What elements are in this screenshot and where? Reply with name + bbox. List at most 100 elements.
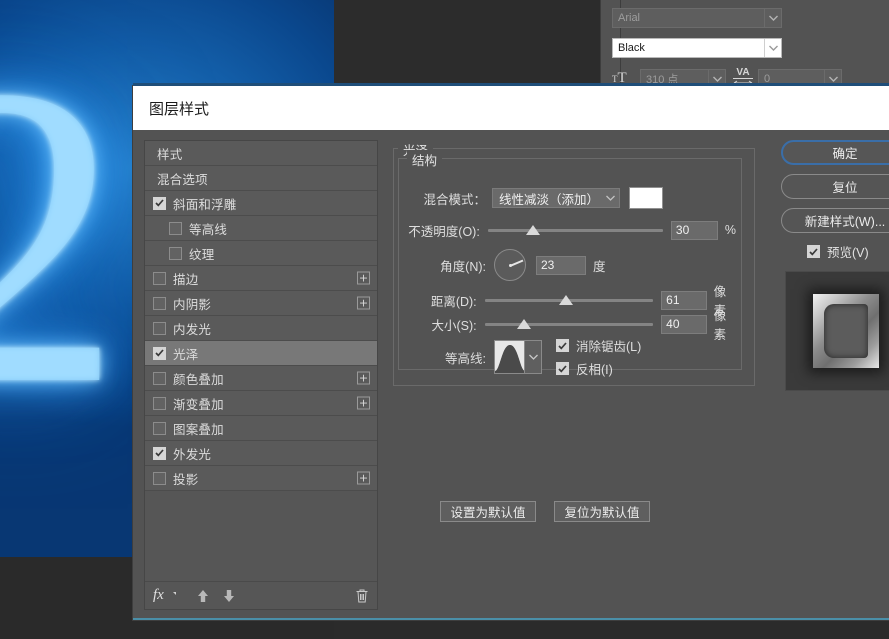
sidebar-item-inner-shadow[interactable]: 内阴影 + (145, 291, 377, 316)
sidebar-item-label: 样式 (157, 144, 182, 163)
font-style-select[interactable]: Black (612, 38, 782, 58)
sidebar-item-drop-shadow[interactable]: 投影 + (145, 466, 377, 491)
size-input[interactable]: 40 (661, 315, 706, 334)
add-gradient-overlay-icon[interactable]: + (357, 397, 370, 410)
sidebar-item-satin[interactable]: 光泽 (145, 341, 377, 366)
angle-dial[interactable] (494, 249, 526, 281)
sidebar-item-label: 内阴影 (173, 294, 211, 313)
text-options-bar: Arial Black TT 310 点 VA 0 (600, 0, 889, 91)
bevel-emboss-checkbox[interactable] (153, 197, 166, 210)
sidebar-item-label: 图案叠加 (173, 419, 224, 438)
pattern-overlay-checkbox[interactable] (153, 422, 166, 435)
trash-icon[interactable] (355, 588, 369, 604)
slider-thumb[interactable] (559, 295, 573, 305)
sidebar-item-label: 外发光 (173, 444, 211, 463)
drop-shadow-checkbox[interactable] (153, 472, 166, 485)
contour-options: 消除锯齿(L) 反相(I) (556, 337, 641, 378)
sidebar-item-label: 渐变叠加 (173, 394, 224, 413)
sidebar-item-pattern-overlay[interactable]: 图案叠加 (145, 416, 377, 441)
satin-checkbox[interactable] (153, 347, 166, 360)
ok-button[interactable]: 确定 (781, 140, 889, 165)
sidebar-item-gradient-overlay[interactable]: 渐变叠加 + (145, 391, 377, 416)
color-overlay-checkbox[interactable] (153, 372, 166, 385)
sidebar-item-contour[interactable]: 等高线 (145, 216, 377, 241)
chevron-down-icon[interactable] (764, 9, 781, 27)
distance-input[interactable]: 61 (661, 291, 706, 310)
distance-slider[interactable] (485, 293, 653, 307)
sidebar-item-inner-glow[interactable]: 内发光 (145, 316, 377, 341)
size-slider[interactable] (485, 317, 653, 331)
texture-checkbox[interactable] (169, 247, 182, 260)
chevron-down-icon[interactable] (764, 39, 781, 57)
opacity-unit: % (725, 223, 736, 237)
reset-button[interactable]: 复位 (781, 174, 889, 199)
inner-shadow-checkbox[interactable] (153, 297, 166, 310)
contour-preset-picker[interactable] (494, 340, 542, 374)
size-row: 大小(S): 40 像素 (396, 313, 736, 335)
fx-icon[interactable]: fx (153, 587, 168, 604)
slider-thumb[interactable] (526, 225, 540, 235)
font-family-select[interactable]: Arial (612, 8, 782, 28)
move-down-icon[interactable] (222, 588, 236, 604)
stroke-checkbox[interactable] (153, 272, 166, 285)
contour-row: 等高线: (396, 339, 736, 375)
style-preview-thumbnail (785, 271, 889, 391)
font-family-value: Arial (613, 12, 640, 24)
satin-settings-panel: 光泽 结构 混合模式： 线性减淡（添加） (386, 140, 774, 610)
distance-value: 61 (666, 293, 679, 307)
preview-toggle-row[interactable]: 预览(V) (807, 242, 889, 261)
add-inner-shadow-icon[interactable]: + (357, 297, 370, 310)
anti-alias-label: 消除锯齿(L) (576, 336, 641, 355)
sidebar-item-texture[interactable]: 纹理 (145, 241, 377, 266)
gradient-overlay-checkbox[interactable] (153, 397, 166, 410)
blend-mode-row: 混合模式： 线性减淡（添加） (396, 187, 736, 209)
invert-row[interactable]: 反相(I) (556, 360, 641, 378)
blend-mode-label: 混合模式： (396, 189, 486, 208)
set-as-default-button[interactable]: 设置为默认值 (440, 501, 536, 522)
anti-alias-row[interactable]: 消除锯齿(L) (556, 337, 641, 355)
structure-group: 结构 混合模式： 线性减淡（添加） 不 (398, 158, 742, 370)
new-style-button[interactable]: 新建样式(W)... (781, 208, 889, 233)
sidebar-item-label: 颜色叠加 (173, 369, 224, 388)
chevron-down-icon[interactable] (601, 195, 619, 201)
preview-checkbox[interactable] (807, 245, 820, 258)
opacity-slider[interactable] (488, 223, 663, 237)
opacity-input[interactable]: 30 (671, 221, 718, 240)
satin-color-swatch[interactable] (629, 187, 663, 209)
angle-row: 角度(N): 23 度 (396, 247, 736, 283)
sidebar-item-label: 等高线 (189, 219, 227, 238)
sidebar-item-stroke[interactable]: 描边 + (145, 266, 377, 291)
distance-row: 距离(D): 61 像素 (396, 289, 736, 311)
blend-mode-select[interactable]: 线性减淡（添加） (492, 188, 620, 208)
invert-checkbox[interactable] (556, 362, 569, 375)
inner-glow-checkbox[interactable] (153, 322, 166, 335)
reset-to-default-button[interactable]: 复位为默认值 (554, 501, 650, 522)
sidebar-item-blending-options[interactable]: 混合选项 (145, 166, 377, 191)
dialog-titlebar[interactable]: 图层样式 (133, 86, 889, 130)
contour-checkbox[interactable] (169, 222, 182, 235)
opacity-row: 不透明度(O): 30 % (396, 219, 736, 241)
sidebar-item-bevel-emboss[interactable]: 斜面和浮雕 (145, 191, 377, 216)
opacity-value: 30 (676, 223, 689, 237)
angle-input[interactable]: 23 (536, 256, 586, 275)
outer-glow-checkbox[interactable] (153, 447, 166, 460)
blend-mode-value: 线性减淡（添加） (499, 189, 599, 208)
add-drop-shadow-icon[interactable]: + (357, 472, 370, 485)
sidebar-item-styles[interactable]: 样式 (145, 141, 377, 166)
preview-label: 预览(V) (827, 242, 869, 261)
chevron-down-icon[interactable] (524, 341, 541, 373)
contour-thumbnail (495, 341, 524, 373)
add-color-overlay-icon[interactable]: + (357, 372, 370, 385)
slider-thumb[interactable] (517, 319, 531, 329)
opacity-label: 不透明度(O): (396, 221, 480, 240)
style-effects-list: 样式 混合选项 斜面和浮雕 等高线 (144, 140, 378, 610)
angle-dial-hub (509, 264, 512, 267)
anti-alias-checkbox[interactable] (556, 339, 569, 352)
sidebar-item-color-overlay[interactable]: 颜色叠加 + (145, 366, 377, 391)
size-value: 40 (666, 317, 679, 331)
add-stroke-icon[interactable]: + (357, 272, 370, 285)
sidebar-item-outer-glow[interactable]: 外发光 (145, 441, 377, 466)
layer-style-dialog: 图层样式 样式 混合选项 斜面和浮雕 (133, 86, 889, 620)
angle-value: 23 (541, 258, 554, 272)
move-up-icon[interactable] (196, 588, 210, 604)
